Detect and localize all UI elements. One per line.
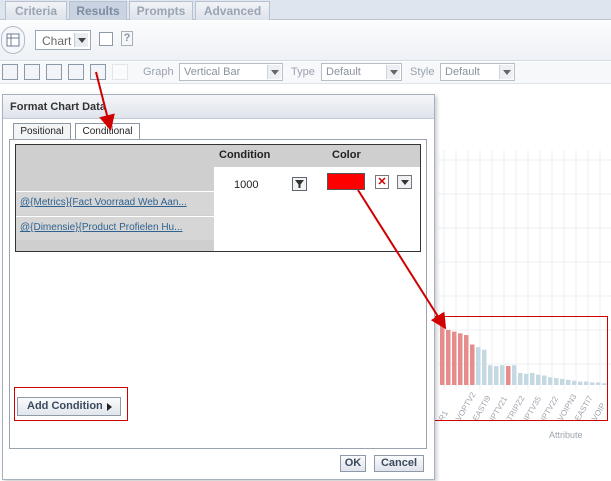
arrow-to-chart bbox=[357, 189, 447, 330]
arrow-to-conditional-tab bbox=[95, 71, 115, 131]
annotation-arrows bbox=[95, 71, 447, 330]
